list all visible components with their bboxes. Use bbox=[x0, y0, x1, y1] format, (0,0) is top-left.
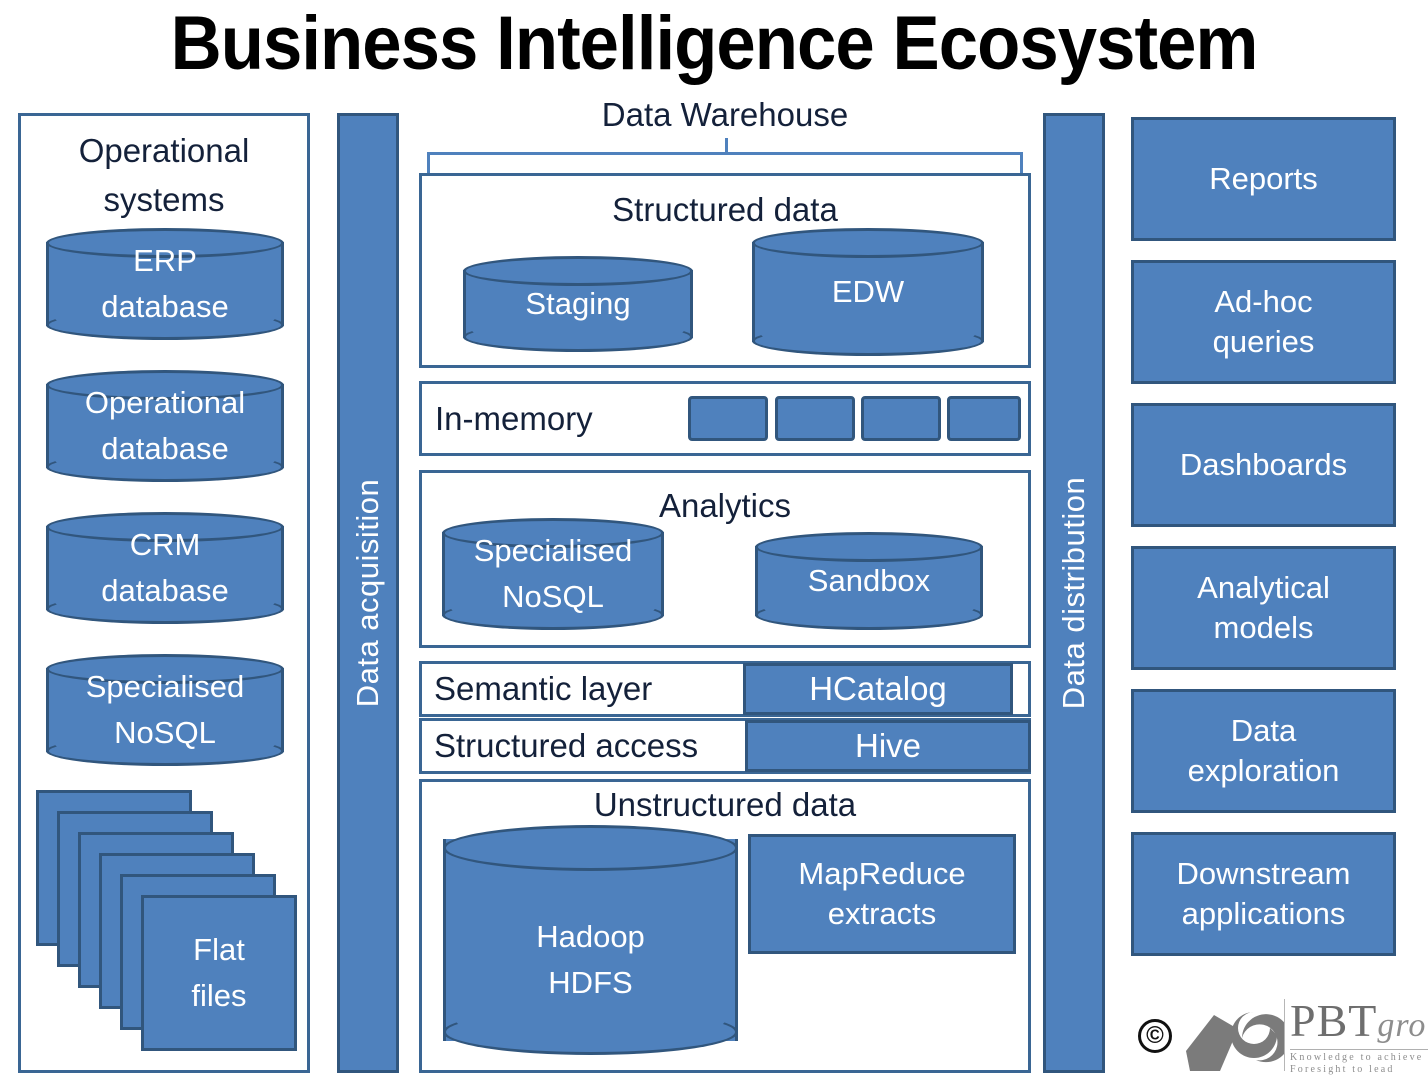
hadoop-hdfs-line1: Hadoop bbox=[536, 919, 645, 954]
data-acquisition-bar: Data acquisition bbox=[337, 113, 399, 1073]
data-acquisition-label: Data acquisition bbox=[350, 478, 385, 708]
analytics-specialised-nosql-line2: NoSQL bbox=[502, 579, 604, 614]
crm-database-label-line2: database bbox=[101, 573, 229, 608]
flat-files-stack: Flat files bbox=[36, 790, 298, 1052]
crm-database-cylinder: CRM database bbox=[46, 512, 284, 624]
edw-label: EDW bbox=[752, 228, 984, 356]
operational-database-cylinder: Operational database bbox=[46, 370, 284, 482]
flat-files-label-line1: Flat bbox=[193, 932, 245, 967]
specialised-nosql-cylinder: Specialised NoSQL bbox=[46, 654, 284, 766]
sandbox-label: Sandbox bbox=[755, 532, 983, 630]
reports-label-line1: Reports bbox=[1209, 161, 1318, 196]
mapreduce-extracts-line1: MapReduce bbox=[798, 856, 966, 891]
data-warehouse-label: Data Warehouse bbox=[601, 96, 849, 133]
hive-label: Hive bbox=[854, 727, 922, 764]
hcatalog-box: HCatalog bbox=[743, 663, 1013, 715]
operational-database-label-line2: database bbox=[101, 431, 229, 466]
downstream-applications-line2: applications bbox=[1181, 896, 1346, 931]
hcatalog-label: HCatalog bbox=[809, 670, 947, 707]
in-memory-chip bbox=[947, 396, 1021, 441]
in-memory-chip bbox=[861, 396, 941, 441]
in-memory-chip bbox=[775, 396, 855, 441]
crm-database-label: CRM database bbox=[46, 512, 284, 624]
pbt-eye-mark-icon bbox=[1186, 1012, 1284, 1071]
pbt-wordmark: PBTgroup bbox=[1290, 995, 1428, 1052]
ad-hoc-queries-box: Ad-hoc queries bbox=[1131, 260, 1396, 384]
ad-hoc-queries-line2: queries bbox=[1212, 324, 1315, 359]
specialised-nosql-label-line2: NoSQL bbox=[114, 715, 216, 750]
pbt-tagline-line2: Foresight to lead bbox=[1290, 1064, 1395, 1075]
bracket-tick-center bbox=[725, 138, 728, 154]
data-exploration-box: Data exploration bbox=[1131, 689, 1396, 813]
logo-rule bbox=[1290, 1049, 1428, 1050]
erp-database-cylinder: ERP database bbox=[46, 228, 284, 340]
erp-database-label: ERP database bbox=[46, 228, 284, 340]
staging-label: Staging bbox=[463, 256, 693, 352]
semantic-layer-label: Semantic layer bbox=[434, 670, 653, 707]
analytics-specialised-nosql-cylinder: Specialised NoSQL bbox=[442, 518, 664, 630]
logo-divider bbox=[1284, 999, 1285, 1071]
unstructured-data-title: Unstructured data bbox=[593, 786, 857, 823]
downstream-applications-line1: Downstream bbox=[1176, 856, 1351, 891]
specialised-nosql-label-line1: Specialised bbox=[85, 669, 245, 704]
operational-database-label-line1: Operational bbox=[84, 385, 246, 420]
diagram-canvas: Business Intelligence Ecosystem Operatio… bbox=[0, 0, 1428, 1081]
data-exploration-line1: Data bbox=[1230, 713, 1297, 748]
bracket-tick-left bbox=[427, 152, 430, 174]
page-title: Business Intelligence Ecosystem bbox=[170, 1, 1259, 86]
pbt-tagline: Knowledge to achieve Foresight to lead bbox=[1290, 1052, 1423, 1076]
hadoop-hdfs-line2: HDFS bbox=[548, 965, 633, 1000]
data-distribution-bar: Data distribution bbox=[1043, 113, 1105, 1073]
analytics-specialised-nosql-label: Specialised NoSQL bbox=[442, 518, 664, 630]
pbt-wordmark-text: PBT bbox=[1290, 995, 1378, 1046]
edw-cylinder: EDW bbox=[752, 228, 984, 356]
bracket-tick-right bbox=[1020, 152, 1023, 174]
flat-file-card-front: Flat files bbox=[141, 895, 297, 1051]
pbt-tagline-line1: Knowledge to achieve bbox=[1290, 1052, 1424, 1063]
mapreduce-extracts-line2: extracts bbox=[827, 896, 937, 931]
pbt-group-text: group bbox=[1377, 1007, 1428, 1044]
dashboards-label-line1: Dashboards bbox=[1179, 447, 1348, 482]
operational-database-label: Operational database bbox=[46, 370, 284, 482]
hadoop-hdfs-label: Hadoop HDFS bbox=[443, 865, 738, 1055]
flat-files-label-line2: files bbox=[191, 978, 247, 1013]
analytical-models-box: Analytical models bbox=[1131, 546, 1396, 670]
data-distribution-label: Data distribution bbox=[1056, 476, 1091, 710]
mapreduce-extracts-box: MapReduce extracts bbox=[748, 834, 1016, 954]
dashboards-box: Dashboards bbox=[1131, 403, 1396, 527]
sandbox-label-text: Sandbox bbox=[807, 563, 931, 598]
specialised-nosql-label: Specialised NoSQL bbox=[46, 654, 284, 766]
analytical-models-line1: Analytical bbox=[1197, 570, 1330, 605]
operational-systems-heading: Operational systems bbox=[18, 126, 310, 224]
crm-database-label-line1: CRM bbox=[129, 527, 201, 562]
hive-box: Hive bbox=[745, 720, 1031, 772]
data-exploration-line2: exploration bbox=[1187, 753, 1340, 788]
sandbox-cylinder: Sandbox bbox=[755, 532, 983, 630]
copyright-icon: © bbox=[1138, 1019, 1172, 1053]
pbt-group-logo: © PBTgroup Knowledge to achieve Foresigh… bbox=[1138, 995, 1428, 1077]
staging-label-text: Staging bbox=[525, 286, 631, 321]
erp-database-label-line1: ERP bbox=[133, 243, 197, 278]
erp-database-label-line2: database bbox=[101, 289, 229, 324]
structured-access-label: Structured access bbox=[434, 727, 699, 764]
hadoop-hdfs-cylinder: Hadoop HDFS bbox=[443, 825, 738, 1055]
reports-box: Reports bbox=[1131, 117, 1396, 241]
in-memory-chip bbox=[688, 396, 768, 441]
analytics-specialised-nosql-line1: Specialised bbox=[473, 533, 633, 568]
structured-data-title: Structured data bbox=[612, 191, 838, 228]
operational-systems-heading-line2: systems bbox=[103, 181, 225, 218]
staging-cylinder: Staging bbox=[463, 256, 693, 352]
data-warehouse-bracket bbox=[427, 138, 1023, 174]
operational-systems-heading-line1: Operational bbox=[78, 132, 250, 169]
in-memory-label: In-memory bbox=[435, 400, 593, 437]
ad-hoc-queries-line1: Ad-hoc bbox=[1214, 284, 1313, 319]
analytical-models-line2: models bbox=[1213, 610, 1314, 645]
edw-label-text: EDW bbox=[831, 274, 905, 309]
downstream-applications-box: Downstream applications bbox=[1131, 832, 1396, 956]
